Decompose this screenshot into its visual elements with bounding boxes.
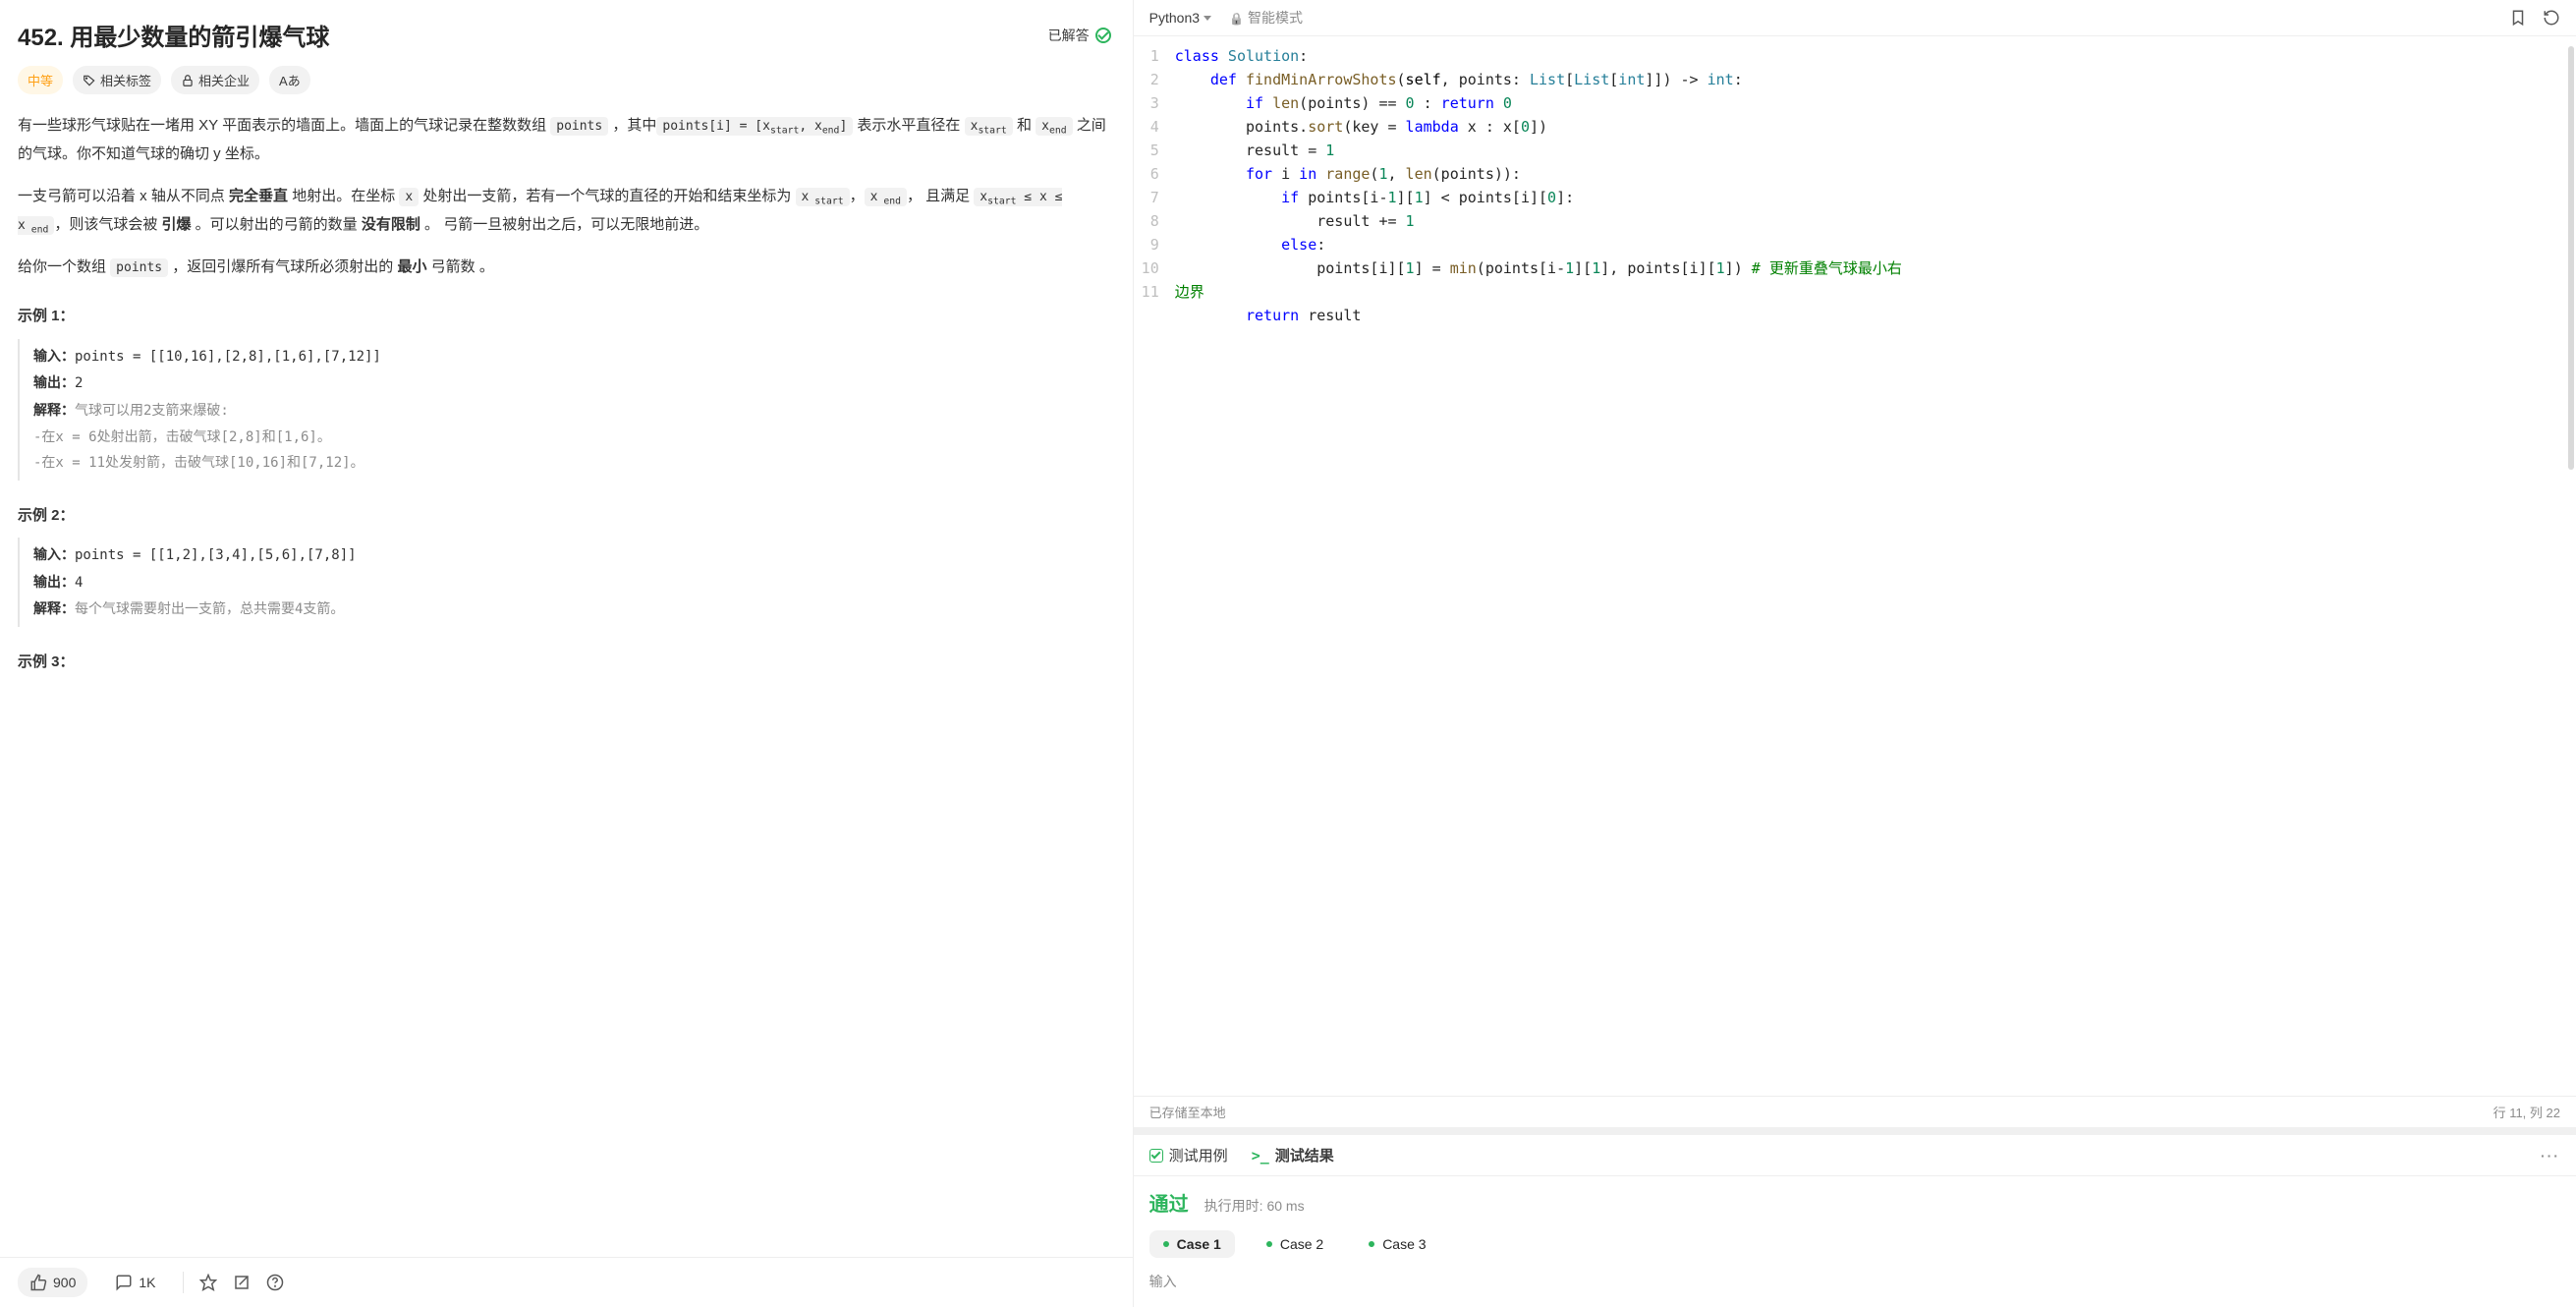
- tags-pill[interactable]: 相关标签: [73, 66, 161, 94]
- tab-result[interactable]: >_ 测试结果: [1252, 1145, 1334, 1165]
- runtime-label: 执行用时: 60 ms: [1204, 1196, 1305, 1216]
- example-2-title: 示例 2：: [18, 502, 1111, 531]
- console-body: 通过 执行用时: 60 ms Case 1 Case 2 Case 3 输入: [1134, 1176, 2576, 1307]
- problem-body: 有一些球形气球贴在一堵用 XY 平面表示的墙面上。墙面上的气球记录在整数数组 p…: [18, 112, 1111, 677]
- solved-status: 已解答: [1048, 26, 1111, 45]
- case-tab-1[interactable]: Case 1: [1149, 1230, 1235, 1258]
- line-gutter: 1234567891011: [1134, 36, 1171, 1096]
- language-select[interactable]: Python3: [1149, 10, 1211, 26]
- cursor-pos: 行 11, 列 22: [2493, 1103, 2560, 1121]
- case-tab-3[interactable]: Case 3: [1355, 1230, 1439, 1258]
- lock-icon: [1229, 10, 1244, 26]
- translate-icon: Aあ: [279, 71, 301, 89]
- console-tabs: 测试用例 >_ 测试结果 ···: [1134, 1135, 2576, 1176]
- terminal-icon: >_: [1252, 1147, 1269, 1165]
- editor-pane: Python3 智能模式 1234567891011 class Solutio…: [1134, 0, 2576, 1307]
- save-status: 已存储至本地: [1149, 1103, 1226, 1121]
- result-header: 通过 执行用时: 60 ms: [1149, 1188, 2560, 1217]
- star-icon[interactable]: [199, 1274, 217, 1291]
- input-label: 输入: [1149, 1272, 2560, 1291]
- tab-testcase[interactable]: 测试用例: [1149, 1145, 1228, 1165]
- translate-pill[interactable]: Aあ: [269, 66, 310, 94]
- problem-title: 452. 用最少数量的箭引爆气球: [18, 18, 329, 52]
- problem-scroll[interactable]: 452. 用最少数量的箭引爆气球 已解答 中等 相关标签 相关企业 Aあ 有一些…: [0, 0, 1133, 1257]
- title-row: 452. 用最少数量的箭引爆气球 已解答: [18, 18, 1111, 52]
- code-editor[interactable]: 1234567891011 class Solution: def findMi…: [1134, 36, 2576, 1096]
- company-pill[interactable]: 相关企业: [171, 66, 259, 94]
- reset-icon[interactable]: [2543, 9, 2560, 27]
- status-dot-icon: [1266, 1241, 1272, 1247]
- comment-count: 1K: [139, 1275, 155, 1290]
- paragraph-2: 一支弓箭可以沿着 x 轴从不同点 完全垂直 地射出。在坐标 x 处射出一支箭，若…: [18, 183, 1111, 240]
- meta-pills: 中等 相关标签 相关企业 Aあ: [18, 66, 1111, 94]
- status-dot-icon: [1369, 1241, 1374, 1247]
- problem-pane: 452. 用最少数量的箭引爆气球 已解答 中等 相关标签 相关企业 Aあ 有一些…: [0, 0, 1134, 1307]
- like-count: 900: [53, 1275, 76, 1290]
- passed-label: 通过: [1149, 1188, 1189, 1217]
- difficulty-pill[interactable]: 中等: [18, 66, 63, 94]
- more-icon[interactable]: ···: [2541, 1148, 2560, 1164]
- example-2: 输入：points = [[1,2],[3,4],[5,6],[7,8]] 输出…: [18, 538, 1111, 627]
- status-dot-icon: [1163, 1241, 1169, 1247]
- help-icon[interactable]: [266, 1274, 284, 1291]
- tags-label: 相关标签: [100, 71, 151, 89]
- paragraph-1: 有一些球形气球贴在一堵用 XY 平面表示的墙面上。墙面上的气球记录在整数数组 p…: [18, 112, 1111, 169]
- share-icon[interactable]: [233, 1274, 251, 1291]
- scrollbar[interactable]: [2568, 46, 2574, 470]
- console-panel: 测试用例 >_ 测试结果 ··· 通过 执行用时: 60 ms Case 1 C…: [1134, 1127, 2576, 1307]
- comment-icon: [115, 1274, 133, 1291]
- editor-status-bar: 已存储至本地 行 11, 列 22: [1134, 1096, 2576, 1127]
- case-tab-2[interactable]: Case 2: [1253, 1230, 1337, 1258]
- smart-mode[interactable]: 智能模式: [1229, 8, 1303, 28]
- tag-icon: [83, 74, 96, 87]
- solved-label: 已解答: [1048, 26, 1090, 45]
- thumbs-up-icon: [29, 1274, 47, 1291]
- code-content[interactable]: class Solution: def findMinArrowShots(se…: [1171, 36, 1910, 1096]
- comment-button[interactable]: 1K: [103, 1268, 167, 1297]
- chevron-down-icon: [1204, 16, 1211, 21]
- mode-label: 智能模式: [1248, 8, 1303, 28]
- check-square-icon: [1149, 1149, 1163, 1163]
- example-1: 输入：points = [[10,16],[2,8],[1,6],[7,12]]…: [18, 339, 1111, 481]
- like-button[interactable]: 900: [18, 1268, 87, 1297]
- check-circle-icon: [1095, 28, 1111, 43]
- example-1-title: 示例 1：: [18, 303, 1111, 331]
- example-3-title: 示例 3：: [18, 649, 1111, 677]
- editor-toolbar: Python3 智能模式: [1134, 0, 2576, 36]
- lock-icon: [181, 74, 195, 87]
- language-label: Python3: [1149, 10, 1200, 26]
- case-tabs: Case 1 Case 2 Case 3: [1149, 1230, 2560, 1258]
- bookmark-icon[interactable]: [2509, 9, 2527, 27]
- paragraph-3: 给你一个数组 points ，返回引爆所有气球所必须射出的 最小 弓箭数 。: [18, 254, 1111, 282]
- problem-footer: 900 1K: [0, 1257, 1133, 1307]
- company-label: 相关企业: [198, 71, 250, 89]
- divider: [183, 1272, 184, 1293]
